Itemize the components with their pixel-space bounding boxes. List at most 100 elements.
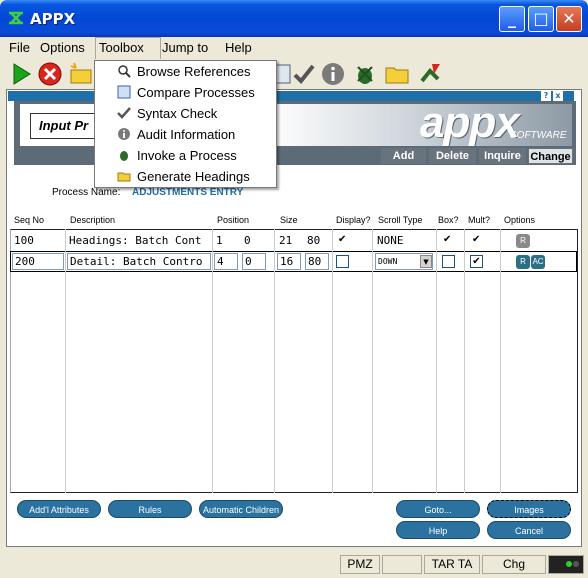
- appx-logo: appx: [420, 98, 520, 147]
- row2-box-checkbox[interactable]: [442, 255, 455, 268]
- status-pmz: PMZ: [340, 555, 380, 574]
- process-name-label: Process Name:: [52, 187, 121, 198]
- check-icon[interactable]: [291, 61, 317, 87]
- row2-option-r[interactable]: R: [516, 255, 530, 269]
- menu-item-audit-information[interactable]: Audit Information: [95, 124, 276, 145]
- menu-item-label: Syntax Check: [137, 106, 218, 121]
- info-icon[interactable]: [320, 61, 346, 87]
- toolbox-dropdown: Browse References Compare Processes Synt…: [94, 60, 277, 188]
- row1-seq[interactable]: 100: [12, 233, 64, 250]
- add-mode-button[interactable]: Add: [381, 148, 426, 164]
- goto-button[interactable]: Goto...: [396, 500, 480, 518]
- syntax-check-icon: [117, 107, 131, 119]
- row2-pos2[interactable]: 0: [242, 253, 266, 270]
- menu-item-label: Audit Information: [137, 127, 236, 142]
- col-description: Description: [70, 215, 116, 225]
- menu-item-generate-headings[interactable]: Generate Headings: [95, 166, 276, 187]
- row2-scroll-type-value: DOWN: [378, 257, 398, 266]
- col-scroll-type: Scroll Type: [378, 215, 423, 225]
- menu-item-invoke-a-process[interactable]: Invoke a Process: [95, 145, 276, 166]
- inquire-mode-button[interactable]: Inquire: [479, 148, 526, 164]
- col-size: Size: [280, 215, 298, 225]
- row2-description[interactable]: Detail: Batch Contro: [67, 253, 211, 270]
- menu-file[interactable]: File: [9, 40, 30, 55]
- row2-option-ac[interactable]: AC: [531, 255, 545, 269]
- row1-mult-check[interactable]: ✔: [472, 234, 480, 245]
- status-chg: Chg: [482, 555, 546, 574]
- row2-size1[interactable]: 16: [277, 253, 301, 270]
- menu-bar: File Options Toolbox Jump to Help: [4, 37, 584, 59]
- delete-mode-button[interactable]: Delete: [429, 148, 476, 164]
- invoke-process-menu-icon: [120, 151, 128, 161]
- status-indicator-icon: [548, 555, 584, 574]
- compare-processes-icon: [117, 85, 131, 99]
- menu-jump-to[interactable]: Jump to: [162, 40, 208, 55]
- panel-close-icon[interactable]: x: [553, 91, 563, 101]
- menu-item-syntax-check[interactable]: Syntax Check: [95, 103, 276, 124]
- run-icon[interactable]: [418, 61, 444, 87]
- process-name-value: ADJUSTMENTS ENTRY: [132, 187, 244, 198]
- appx-logo-icon: [9, 11, 23, 25]
- status-bar: PMZ TAR TA Chg: [0, 553, 588, 576]
- grid-line: [274, 229, 275, 493]
- col-position: Position: [217, 215, 250, 225]
- minimize-button[interactable]: _: [499, 6, 525, 32]
- grid-line: [65, 229, 66, 493]
- appx-logo-subtitle: SOFTWARE: [510, 130, 567, 141]
- invoke-process-icon[interactable]: [352, 61, 378, 87]
- row2-size2[interactable]: 80: [305, 253, 329, 270]
- row2-seq[interactable]: 200: [12, 253, 64, 270]
- toolbar: [4, 59, 584, 89]
- close-button[interactable]: ✕: [556, 6, 582, 32]
- rules-button[interactable]: Rules: [108, 500, 192, 518]
- row2-pos1[interactable]: 4: [214, 253, 238, 270]
- change-mode-button[interactable]: Change: [528, 148, 573, 164]
- grid-line: [436, 229, 437, 493]
- col-box: Box?: [438, 215, 459, 225]
- col-options: Options: [504, 215, 536, 225]
- row2-display-checkbox[interactable]: [336, 255, 349, 268]
- menu-help[interactable]: Help: [225, 40, 252, 55]
- col-display: Display?: [336, 215, 371, 225]
- grid-line: [332, 229, 333, 493]
- row1-pos2[interactable]: 0: [242, 233, 266, 250]
- window-title: APPX: [30, 10, 76, 28]
- row1-size1[interactable]: 21: [277, 233, 301, 250]
- automatic-children-button[interactable]: Automatic Children: [199, 500, 283, 518]
- row2-mult-checkbox[interactable]: ✔: [470, 255, 483, 268]
- grid-line: [372, 229, 373, 493]
- menu-item-label: Compare Processes: [137, 85, 255, 100]
- menu-item-label: Browse References: [137, 64, 251, 79]
- grid-line: [464, 229, 465, 493]
- help-icon[interactable]: ?: [541, 91, 551, 101]
- chevron-down-icon[interactable]: ▼: [420, 255, 432, 268]
- col-seq-no: Seq No: [14, 215, 45, 225]
- play-icon[interactable]: [8, 61, 34, 87]
- row1-pos1[interactable]: 1: [214, 233, 238, 250]
- generate-headings-icon: [117, 172, 131, 182]
- status-tar: TAR TA: [424, 555, 480, 574]
- row1-scroll-type[interactable]: NONE: [375, 233, 433, 250]
- maximize-button[interactable]: □: [528, 6, 554, 32]
- cancel-button[interactable]: Cancel: [487, 521, 571, 539]
- images-button[interactable]: Images: [487, 500, 571, 518]
- stop-icon[interactable]: [37, 61, 63, 87]
- folder-icon[interactable]: [384, 61, 410, 87]
- menu-item-compare-processes[interactable]: Compare Processes: [95, 82, 276, 103]
- row1-size2[interactable]: 80: [305, 233, 329, 250]
- browse-references-icon: [118, 65, 131, 78]
- help-button[interactable]: Help: [396, 521, 480, 539]
- row1-box-check[interactable]: ✔: [443, 234, 451, 245]
- audit-info-icon: [118, 128, 130, 140]
- menu-item-browse-references[interactable]: Browse References: [95, 61, 276, 82]
- menu-toolbox[interactable]: Toolbox: [99, 40, 144, 55]
- row1-description[interactable]: Headings: Batch Cont: [67, 233, 211, 250]
- row1-option-r[interactable]: R: [516, 234, 530, 248]
- new-folder-icon[interactable]: [68, 61, 94, 87]
- addl-attributes-button[interactable]: Add'l Attributes: [17, 500, 101, 518]
- menu-item-label: Generate Headings: [137, 169, 250, 184]
- row1-display-check[interactable]: ✔: [338, 234, 346, 245]
- grid-line: [500, 229, 501, 493]
- grid-line: [212, 229, 213, 493]
- menu-options[interactable]: Options: [40, 40, 85, 55]
